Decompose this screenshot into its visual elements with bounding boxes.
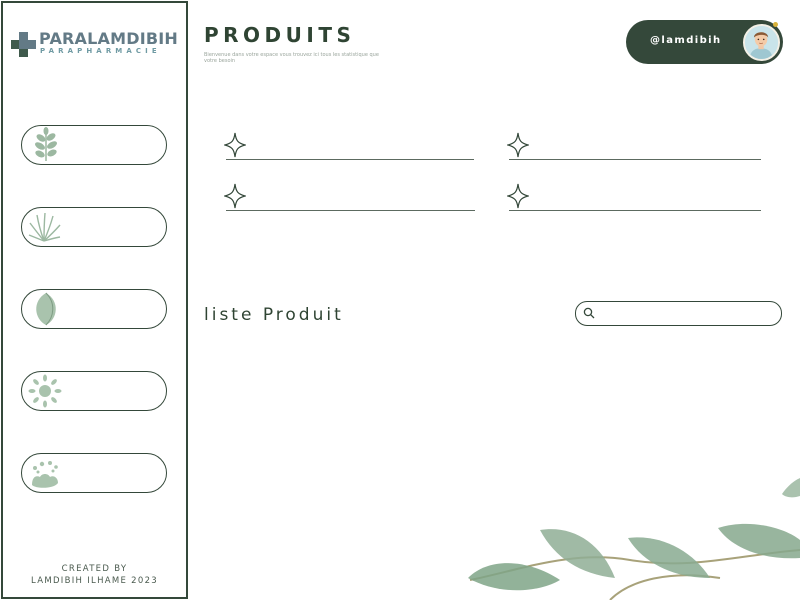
sparkle-icon — [507, 183, 529, 209]
pharmacy-cross-icon — [11, 32, 36, 57]
search-icon[interactable] — [583, 307, 595, 319]
sidebar-item-4[interactable] — [21, 371, 167, 411]
user-handle: @lamdibih — [650, 35, 722, 46]
sidebar-item-3[interactable] — [21, 289, 167, 329]
brand-logo[interactable]: PARALAMDIBIH PARAPHARMACIE — [11, 29, 183, 63]
page-subtitle: Bienvenue dans votre espace vous trouvez… — [204, 52, 379, 64]
product-list-title: liste Produit — [204, 305, 344, 325]
search-input[interactable] — [600, 305, 775, 322]
leaf-icon — [36, 292, 56, 326]
stat-underline — [509, 159, 761, 160]
fern-leaves-icon — [28, 212, 61, 242]
stat-card-1 — [224, 132, 474, 162]
page-title: PRODUITS — [204, 23, 356, 47]
brand-subtitle: PARAPHARMACIE — [40, 47, 161, 55]
sparkle-icon — [224, 183, 246, 209]
sidebar-item-1[interactable] — [21, 125, 167, 165]
status-badge — [773, 22, 778, 27]
user-profile-button[interactable]: @lamdibih — [626, 20, 783, 64]
credits-line: CREATED BY — [61, 564, 128, 574]
avatar[interactable] — [743, 24, 780, 61]
decorative-leaves — [468, 478, 800, 600]
user-avatar-icon — [745, 26, 778, 59]
stat-underline — [226, 210, 475, 211]
search-box[interactable] — [575, 301, 782, 326]
credits: CREATED BY LAMDIBIH ILHAME 2023 — [3, 563, 186, 587]
stat-underline — [509, 210, 761, 211]
sidebar-item-2[interactable] — [21, 207, 167, 247]
sparkle-icon — [507, 132, 529, 158]
sidebar-item-5[interactable] — [21, 453, 167, 493]
plant-sprig-icon — [35, 127, 57, 161]
stat-card-2 — [507, 132, 761, 162]
brand-name: PARALAMDIBIH — [39, 29, 179, 48]
sidebar: PARALAMDIBIH PARAPHARMACIE CREATED BY LA… — [1, 1, 188, 599]
credits-author: LAMDIBIH ILHAME 2023 — [30, 576, 159, 586]
stat-card-3 — [224, 183, 475, 213]
sparkle-icon — [224, 132, 246, 158]
stat-card-4 — [507, 183, 761, 213]
hand-drops-icon — [32, 461, 58, 488]
stat-underline — [226, 159, 474, 160]
sun-flower-icon — [28, 374, 62, 408]
